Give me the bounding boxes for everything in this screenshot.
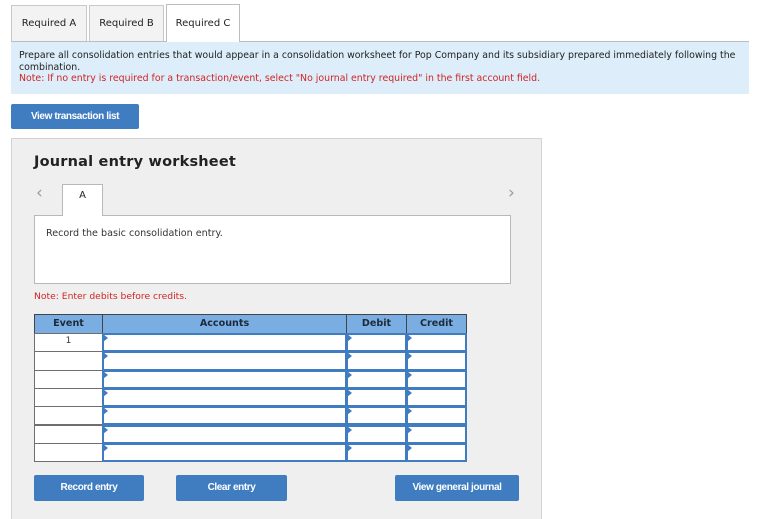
entry-tab-a[interactable]: A [62, 184, 103, 216]
event-cell-value: 1 [65, 336, 72, 346]
instructions-note: Note: If no entry is required for a tran… [19, 73, 541, 84]
account-input[interactable] [102, 351, 347, 371]
dropdown-marker-icon [407, 352, 412, 361]
column-header-debit: Debit [346, 314, 407, 334]
column-header-event: Event [34, 314, 103, 334]
event-cell [34, 351, 103, 371]
instructions-text: Prepare all consolidation entries that w… [19, 50, 736, 73]
credit-input[interactable] [406, 442, 467, 463]
credit-input[interactable] [406, 333, 467, 353]
dropdown-marker-icon [347, 425, 352, 434]
dropdown-marker-icon [347, 407, 352, 416]
debit-input[interactable] [346, 406, 407, 426]
view-general-journal-button[interactable]: View general journal [395, 475, 519, 501]
dropdown-marker-icon [103, 334, 108, 342]
clear-entry-button[interactable]: Clear entry [176, 475, 287, 501]
debit-input[interactable] [346, 442, 407, 463]
credit-input[interactable] [406, 369, 467, 389]
debit-input[interactable] [346, 333, 407, 353]
entry-description-text: Record the basic consolidation entry. [46, 228, 223, 239]
dropdown-marker-icon [347, 334, 352, 342]
debit-input[interactable] [346, 351, 407, 371]
chevron-right-icon[interactable]: › [508, 183, 515, 203]
dropdown-marker-icon [347, 443, 352, 452]
dropdown-marker-icon [103, 388, 108, 397]
tab-required-a[interactable]: Required A [11, 5, 87, 41]
event-cell [34, 369, 103, 389]
tab-required-c[interactable]: Required C [166, 4, 240, 42]
account-input[interactable] [102, 387, 347, 408]
event-cell: 1 [34, 333, 103, 353]
account-input[interactable] [102, 406, 347, 426]
event-cell [34, 424, 103, 444]
credit-input[interactable] [406, 424, 467, 444]
dropdown-marker-icon [347, 352, 352, 361]
credit-input[interactable] [406, 387, 467, 408]
column-header-credit: Credit [406, 314, 467, 334]
journal-entry-worksheet-panel: Journal entry worksheet ‹ › A Record the… [11, 138, 542, 519]
dropdown-marker-icon [103, 352, 108, 361]
dropdown-marker-icon [103, 443, 108, 452]
account-input[interactable] [102, 424, 347, 444]
debit-input[interactable] [346, 369, 407, 389]
dropdown-marker-icon [407, 443, 412, 452]
debit-input[interactable] [346, 387, 407, 408]
event-cell [34, 387, 103, 408]
dropdown-marker-icon [407, 425, 412, 434]
dropdown-marker-icon [103, 425, 108, 434]
dropdown-marker-icon [103, 370, 108, 379]
dropdown-marker-icon [347, 370, 352, 379]
event-cell [34, 406, 103, 426]
dropdown-marker-icon [407, 388, 412, 397]
dropdown-marker-icon [103, 407, 108, 416]
column-header-accounts: Accounts [102, 314, 347, 334]
account-input[interactable] [102, 442, 347, 463]
dropdown-marker-icon [347, 388, 352, 397]
credit-input[interactable] [406, 351, 467, 371]
event-cell [34, 442, 103, 463]
dropdown-marker-icon [407, 334, 412, 342]
dropdown-marker-icon [407, 407, 412, 416]
account-input[interactable] [102, 369, 347, 389]
instructions-banner: Prepare all consolidation entries that w… [11, 42, 749, 94]
chevron-left-icon[interactable]: ‹ [36, 183, 43, 203]
debit-input[interactable] [346, 424, 407, 444]
credit-input[interactable] [406, 406, 467, 426]
tab-required-b[interactable]: Required B [89, 5, 164, 41]
dropdown-marker-icon [407, 370, 412, 379]
view-transaction-list-button[interactable]: View transaction list [11, 104, 139, 129]
entry-description-box: Record the basic consolidation entry. [34, 215, 511, 284]
account-input[interactable] [102, 333, 347, 353]
worksheet-title: Journal entry worksheet [34, 154, 236, 170]
debits-before-credits-note: Note: Enter debits before credits. [34, 291, 187, 302]
record-entry-button[interactable]: Record entry [34, 475, 144, 501]
